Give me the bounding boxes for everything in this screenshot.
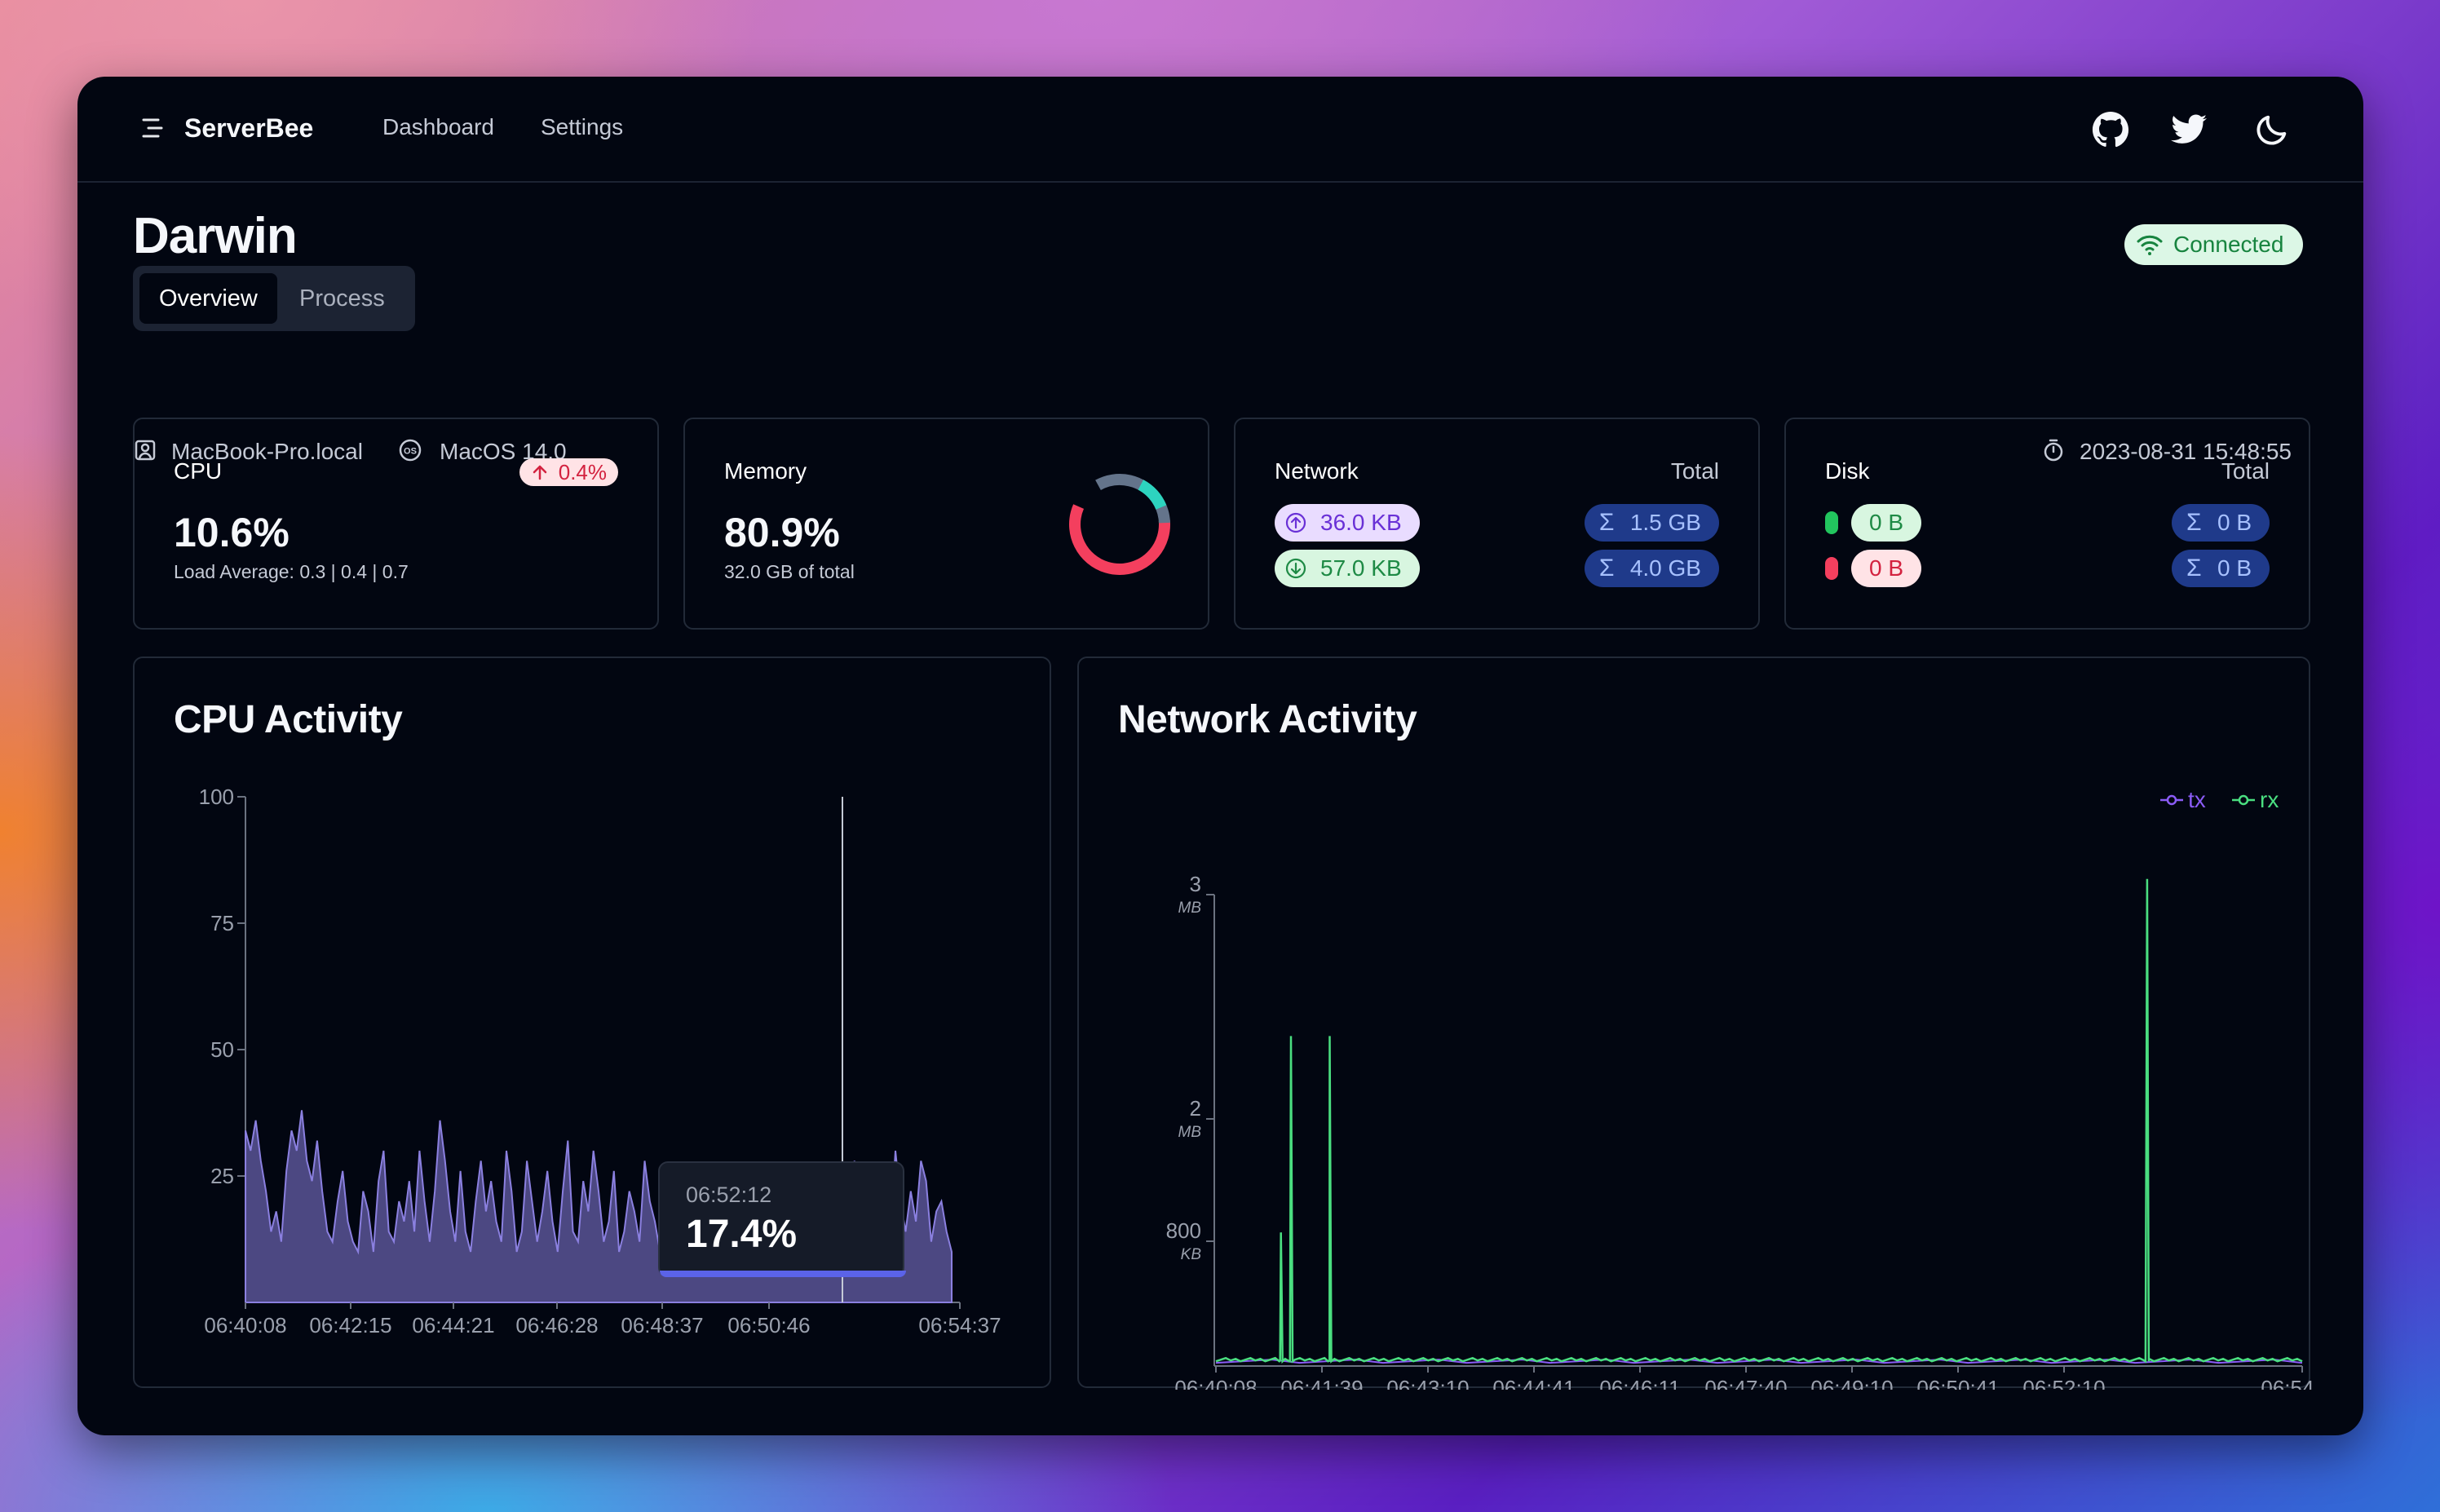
disk-write-value: 0 B — [1851, 550, 1922, 587]
network-total-label: Total — [1670, 458, 1719, 484]
cpu-card-title: CPU — [174, 458, 223, 484]
disk-total-read-pill: Σ 0 B — [2171, 504, 2270, 542]
tooltip-time: 06:52:12 — [686, 1183, 772, 1207]
tab-overview[interactable]: Overview — [139, 273, 277, 324]
cpu-load-average: Load Average: 0.3 | 0.4 | 0.7 — [174, 561, 409, 582]
nav-dashboard[interactable]: Dashboard — [382, 114, 494, 140]
x-tick-label: 06:46:28 — [515, 1313, 598, 1337]
sum-icon: Σ — [1598, 509, 1615, 536]
cpu-activity-chart[interactable]: 100 75 50 25 06:40:08 06:42:15 06:44:21 06:46:2… — [135, 658, 1053, 1390]
sum-icon: Σ — [1598, 555, 1615, 581]
y-tick-label: 25 — [210, 1164, 234, 1188]
network-upload-pill: 36.0 KB — [1275, 504, 1420, 542]
network-activity-chart[interactable]: 3 MB 2 MB 800 KB 06:40:08 06:41:39 06:43:10 06:44… — [1079, 658, 2312, 1390]
twitter-icon[interactable] — [2171, 111, 2208, 148]
network-total-upload-pill: Σ 1.5 GB — [1584, 504, 1719, 542]
legend-rx-dot — [2238, 794, 2249, 806]
x-tick-label: 06:40:08 — [1174, 1376, 1257, 1390]
cpu-change-badge: 0.4% — [519, 458, 618, 486]
connection-status-text: Connected — [2173, 232, 2284, 257]
donut-segment-other — [1069, 474, 1170, 575]
cpu-activity-panel: CPU Activity 100 75 50 25 06:40:08 06:42:15 06… — [133, 657, 1051, 1388]
dark-mode-toggle-icon[interactable] — [2253, 111, 2291, 148]
x-tick-label: 06:43:10 — [1386, 1376, 1469, 1390]
network-total-download-pill: Σ 4.0 GB — [1584, 550, 1719, 587]
y-tick-unit: MB — [1178, 900, 1202, 917]
y-tick-label: 50 — [210, 1037, 234, 1062]
donut-segment-free — [1069, 474, 1170, 575]
sum-icon: Σ — [2186, 555, 2202, 581]
tooltip-value: 17.4% — [686, 1213, 798, 1256]
x-tick-label: 06:42:15 — [309, 1313, 391, 1337]
legend-tx-label: tx — [2188, 787, 2206, 812]
memory-card-title: Memory — [724, 458, 807, 484]
arrow-up-icon — [533, 465, 546, 480]
cpu-usage-value: 10.6% — [174, 510, 290, 555]
top-navbar: ServerBee Dashboard Settings — [77, 77, 2363, 183]
x-tick-label: 06:54:37 — [2261, 1376, 2312, 1390]
brand-logo[interactable]: ServerBee — [184, 113, 313, 144]
x-tick-label: 06:50:41 — [1916, 1376, 1999, 1390]
memory-usage-value: 80.9% — [724, 510, 840, 555]
disk-total-label: Total — [2221, 458, 2270, 484]
tooltip-series-indicator — [660, 1271, 906, 1277]
legend-rx-label: rx — [2260, 787, 2279, 812]
network-card: Network Total 36.0 KB 57.0 KB Σ 1.5 GB Σ… — [1234, 418, 1760, 630]
disk-total-write-pill: Σ 0 B — [2171, 550, 2270, 587]
x-tick-label: 06:54:37 — [918, 1313, 1001, 1337]
legend-tx-dot — [2166, 794, 2177, 806]
rx-series-line — [1215, 878, 2303, 1364]
server-name: Darwin — [133, 208, 298, 264]
y-tick-unit: KB — [1181, 1246, 1202, 1263]
disk-write-indicator — [1825, 557, 1838, 580]
network-upload-value: 36.0 KB — [1320, 510, 1402, 535]
network-activity-panel: Network Activity 3 MB 2 MB 800 KB 06:40:08 06:4… — [1077, 657, 2312, 1390]
disk-total-read-value: 0 B — [2217, 510, 2252, 535]
sum-icon: Σ — [2186, 509, 2202, 536]
x-tick-label: 06:40:08 — [204, 1313, 286, 1337]
x-tick-label: 06:44:21 — [412, 1313, 494, 1337]
network-total-download-value: 4.0 GB — [1629, 555, 1701, 581]
disk-read-value: 0 B — [1851, 504, 1922, 542]
x-tick-label: 06:48:37 — [621, 1313, 703, 1337]
tab-process[interactable]: Process — [280, 273, 404, 324]
memory-card: Memory 80.9% 32.0 GB of total — [683, 418, 1209, 630]
x-tick-label: 06:47:40 — [1704, 1376, 1787, 1390]
app-window: ServerBee Dashboard Settings Darwin Over… — [77, 77, 2363, 1435]
menu-icon[interactable] — [140, 113, 166, 143]
wifi-icon — [2137, 235, 2163, 255]
memory-donut-chart — [1069, 474, 1170, 575]
memory-total: 32.0 GB of total — [724, 561, 855, 582]
y-tick-label: 100 — [199, 785, 234, 809]
server-tabs: Overview Process — [133, 266, 415, 331]
x-tick-label: 06:52:10 — [2022, 1376, 2105, 1390]
disk-card: Disk Total 0 B 0 B Σ 0 B Σ 0 B — [1784, 418, 2310, 630]
network-total-upload-value: 1.5 GB — [1629, 510, 1701, 535]
y-tick-label: 2 — [1190, 1096, 1201, 1121]
x-tick-label: 06:41:39 — [1280, 1376, 1363, 1390]
y-tick-label: 3 — [1190, 872, 1201, 896]
y-tick-label: 800 — [1166, 1218, 1201, 1243]
disk-card-title: Disk — [1825, 458, 1870, 484]
disk-total-write-value: 0 B — [2217, 555, 2252, 581]
network-download-pill: 57.0 KB — [1275, 550, 1420, 587]
x-tick-label: 06:50:46 — [727, 1313, 810, 1337]
cpu-change-value: 0.4% — [558, 460, 607, 484]
upload-arrow-icon — [1285, 512, 1306, 533]
y-tick-label: 75 — [210, 911, 234, 935]
github-icon[interactable] — [2092, 111, 2129, 148]
x-tick-label: 06:46:11 — [1599, 1376, 1680, 1390]
y-tick-unit: MB — [1178, 1124, 1202, 1141]
cpu-chart-tooltip: 06:52:12 17.4% — [658, 1161, 906, 1277]
disk-read-indicator — [1825, 511, 1838, 534]
x-tick-label: 06:44:41 — [1492, 1376, 1575, 1390]
connection-status-badge: Connected — [2124, 224, 2304, 265]
download-arrow-icon — [1285, 558, 1306, 579]
network-card-title: Network — [1275, 458, 1359, 484]
cpu-card: CPU 0.4% 10.6% Load Average: 0.3 | 0.4 |… — [133, 418, 659, 630]
x-tick-label: 06:49:10 — [1810, 1376, 1893, 1390]
network-download-value: 57.0 KB — [1320, 555, 1402, 581]
nav-settings[interactable]: Settings — [541, 114, 623, 140]
